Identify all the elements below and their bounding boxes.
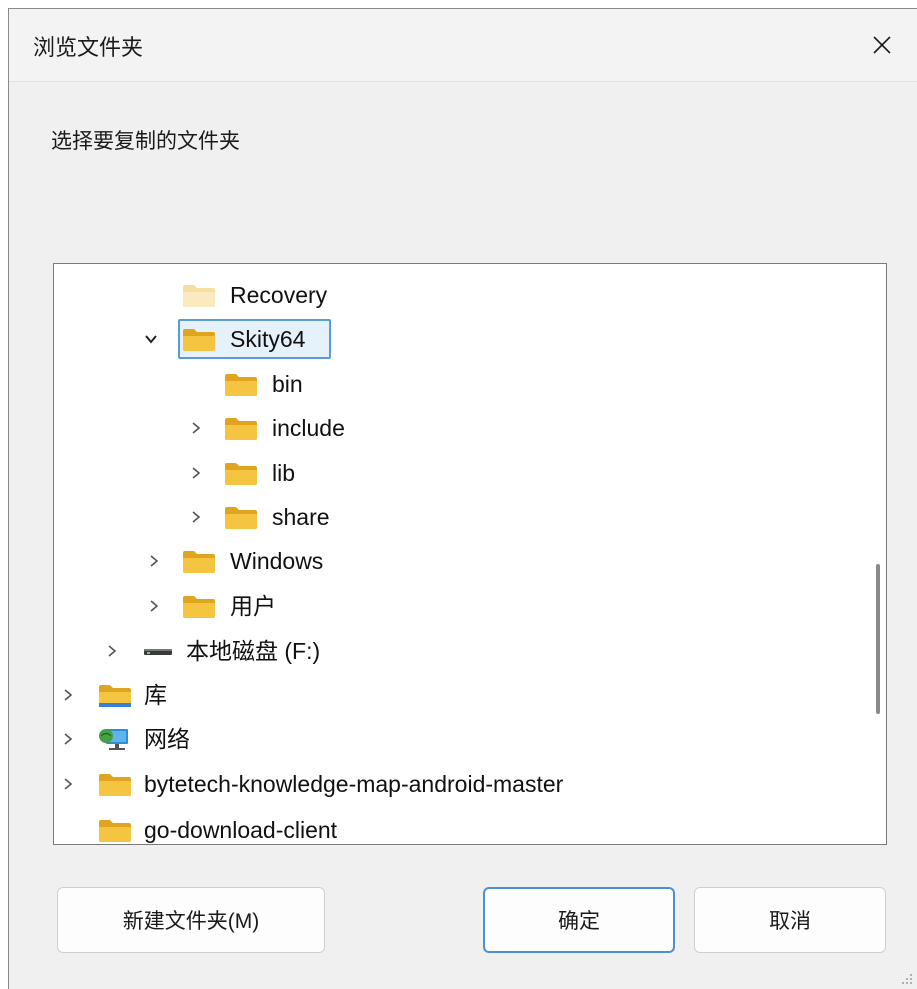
tree-item-label: share <box>272 504 330 530</box>
chevron-right-icon[interactable] <box>60 731 76 747</box>
tree-item-go-download-client[interactable]: go-download-client <box>54 808 846 844</box>
close-icon <box>873 36 891 54</box>
chevron-right-icon[interactable] <box>188 509 204 525</box>
tree-item-include[interactable]: include <box>54 406 846 450</box>
chevron-right-icon[interactable] <box>188 420 204 436</box>
tree-item-label: include <box>272 415 345 441</box>
tree-item-windows[interactable]: Windows <box>54 539 846 583</box>
folder-tree[interactable]: Recovery Skity64 bin include lib share W… <box>53 263 887 845</box>
tree-item-network[interactable]: 网络 <box>54 717 846 761</box>
tree-item-local-disk-f[interactable]: 本地磁盘 (F:) <box>54 629 846 673</box>
tree-item-label: bin <box>272 371 303 397</box>
folder-icon <box>182 326 216 352</box>
tree-item-users[interactable]: 用户 <box>54 584 846 628</box>
tree-item-label: bytetech-knowledge-map-android-master <box>144 771 564 797</box>
tree-item-lib[interactable]: lib <box>54 451 846 495</box>
dialog-title: 浏览文件夹 <box>33 35 144 60</box>
chevron-right-icon[interactable] <box>60 687 76 703</box>
tree-item-label: lib <box>272 460 296 486</box>
folder-icon <box>224 504 258 530</box>
folder-icon <box>98 817 132 843</box>
tree-item-label: 用户 <box>230 593 276 619</box>
tree-item-bytetech-knowledge-map[interactable]: bytetech-knowledge-map-android-master <box>54 762 846 806</box>
chevron-down-icon[interactable] <box>143 331 159 347</box>
folder-icon <box>182 593 216 619</box>
tree-item-label: Windows <box>230 548 324 574</box>
folder-icon <box>182 282 216 308</box>
tree-item-share[interactable]: share <box>54 495 846 539</box>
chevron-right-icon[interactable] <box>104 643 120 659</box>
tree-item-label: Skity64 <box>230 326 306 352</box>
tree-item-bin[interactable]: bin <box>54 362 846 406</box>
resize-grip-icon[interactable] <box>899 971 913 985</box>
folder-icon <box>224 371 258 397</box>
instruction-text: 选择要复制的文件夹 <box>51 130 240 153</box>
drive-icon <box>142 638 176 664</box>
chevron-right-icon[interactable] <box>188 465 204 481</box>
folder-icon <box>224 415 258 441</box>
cancel-button[interactable]: 取消 <box>694 887 886 953</box>
title-bar: 浏览文件夹 <box>9 9 917 82</box>
ok-button[interactable]: 确定 <box>483 887 675 953</box>
tree-item-recovery[interactable]: Recovery <box>54 273 846 317</box>
new-folder-button[interactable]: 新建文件夹(M) <box>57 887 325 953</box>
folder-icon <box>224 460 258 486</box>
network-icon <box>98 726 132 752</box>
tree-item-label: 网络 <box>144 726 190 752</box>
tree-item-label: go-download-client <box>144 817 338 843</box>
tree-item-label: 本地磁盘 (F:) <box>186 638 321 664</box>
tree-item-skity64[interactable]: Skity64 <box>54 317 846 361</box>
vertical-scrollbar[interactable] <box>876 564 880 714</box>
tree-item-label: 库 <box>144 682 167 708</box>
close-button[interactable] <box>847 9 917 81</box>
browse-folder-dialog: 浏览文件夹 选择要复制的文件夹 Recovery Skity64 bin inc… <box>8 8 917 989</box>
chevron-right-icon[interactable] <box>146 553 162 569</box>
chevron-right-icon[interactable] <box>60 776 76 792</box>
chevron-right-icon[interactable] <box>146 598 162 614</box>
library-icon <box>98 682 132 708</box>
folder-icon <box>98 771 132 797</box>
tree-item-label: Recovery <box>230 282 328 308</box>
tree-item-libraries[interactable]: 库 <box>54 673 846 717</box>
folder-icon <box>182 548 216 574</box>
